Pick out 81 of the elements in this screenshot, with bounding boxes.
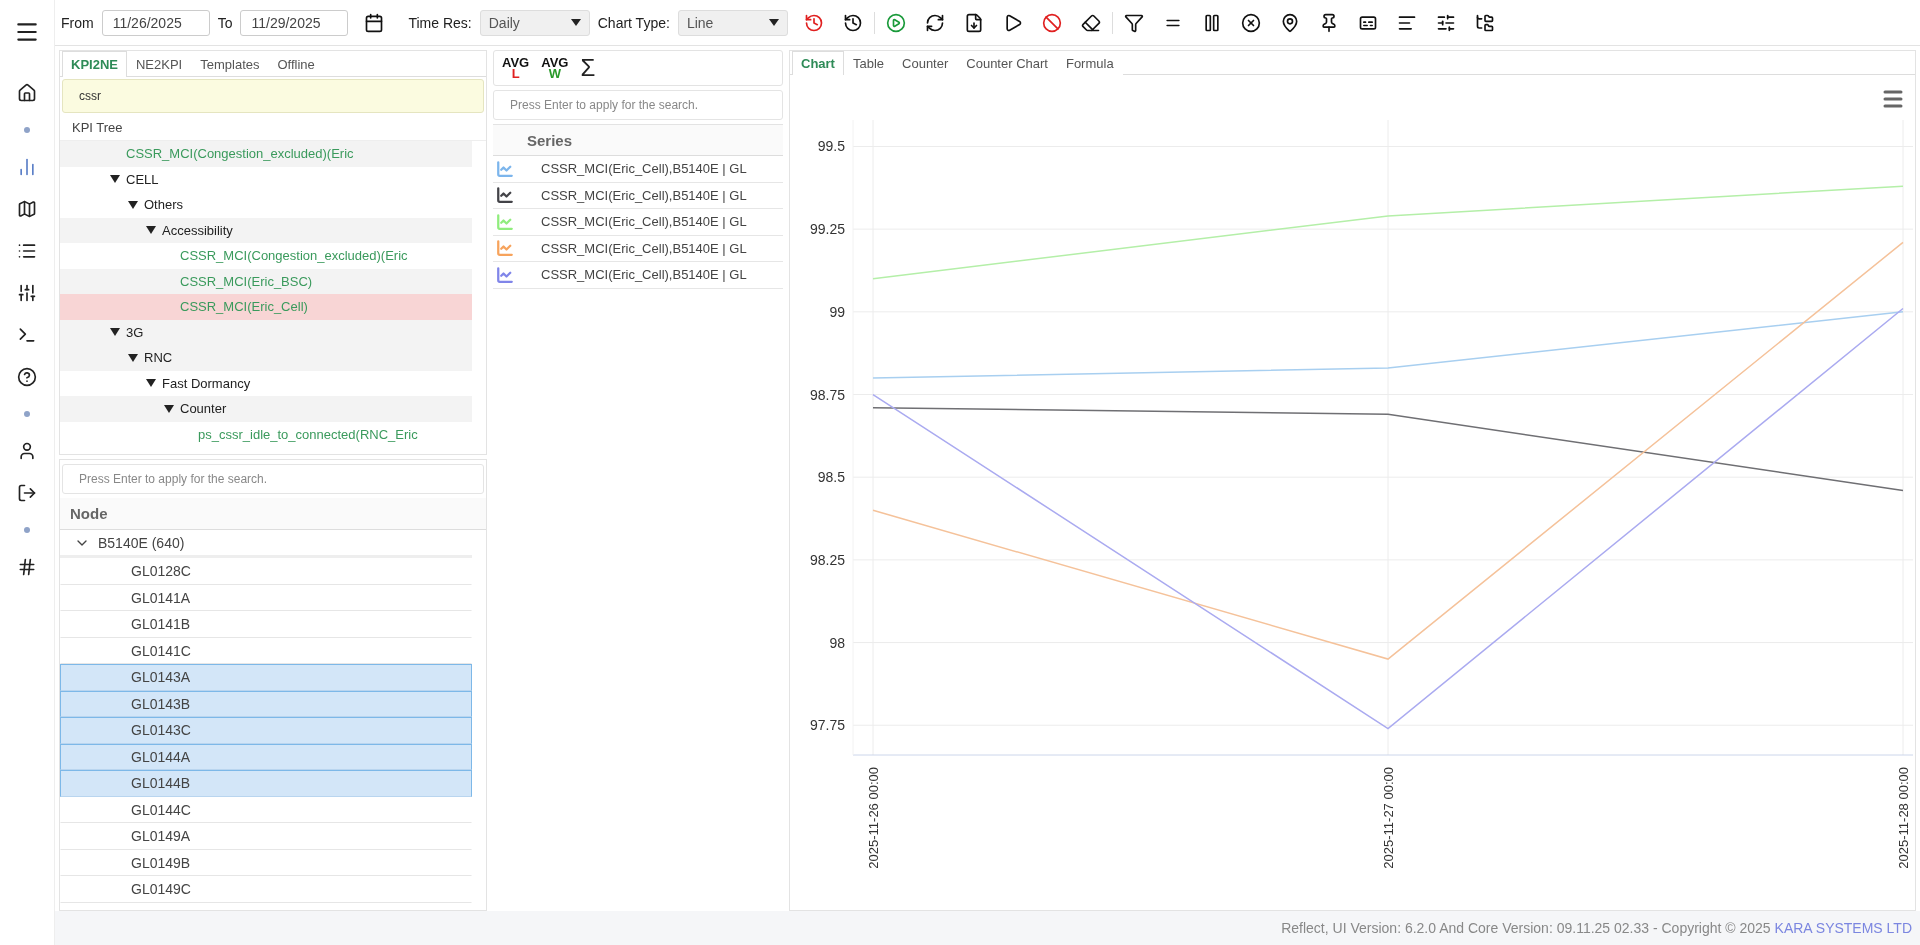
map-icon (17, 199, 37, 219)
column-header: Node (60, 498, 486, 530)
dropdown-arrow-icon (570, 19, 581, 26)
list-icon (17, 241, 37, 261)
history-icon (842, 12, 863, 33)
sliders-icon (1435, 12, 1456, 33)
node-row[interactable]: GL0143C (60, 717, 472, 744)
caret-icon[interactable] (128, 200, 138, 209)
from-label: From (61, 14, 94, 31)
filter-icon (1123, 12, 1144, 33)
nav-dot (24, 411, 30, 417)
caret-icon[interactable] (146, 226, 156, 235)
tree-item[interactable]: Counter (60, 396, 472, 422)
series-name[interactable]: CSSR_MCI(Eric_Cell),B5140E | GL (541, 240, 747, 256)
node-row[interactable]: GL0144B (60, 770, 472, 797)
hash-icon (17, 557, 37, 577)
tree-item[interactable]: RNC (60, 345, 472, 371)
nav-dot (24, 127, 30, 133)
axis-label: 99.5 (817, 138, 845, 155)
kpi-search-field[interactable]: cssr (62, 79, 484, 113)
eraser-icon (1080, 12, 1101, 33)
axis-label: 98.75 (809, 386, 845, 403)
time-res-dropdown[interactable]: Daily (479, 9, 590, 36)
caret-icon[interactable] (110, 175, 120, 184)
logout-icon (17, 483, 37, 503)
aggregate-button[interactable]: AVG L (502, 57, 530, 79)
panel-tab[interactable]: Templates (191, 51, 269, 77)
from-date-field[interactable]: 11/26/2025 (101, 9, 210, 36)
nav-dot (24, 527, 30, 533)
axis-label: 99 (829, 303, 845, 320)
axis-label: 97.75 (809, 717, 845, 734)
node-row[interactable]: GL0143B (60, 690, 472, 717)
to-label: To (217, 14, 233, 31)
sliders-icon (17, 283, 37, 303)
to-date-field[interactable]: 11/29/2025 (240, 9, 349, 36)
play-circle-icon (885, 12, 906, 33)
ban-icon (1041, 12, 1062, 33)
node-row[interactable]: GL0144A (60, 743, 472, 770)
tree-item[interactable]: Accessibility (60, 217, 472, 243)
axis-label: 98.5 (817, 469, 845, 486)
series-name[interactable]: CSSR_MCI(Eric_Cell),B5140E | GL (541, 161, 747, 177)
time-res-label: Time Res: (408, 14, 472, 31)
folder-tree-icon (1474, 12, 1495, 33)
axis-label: 98.25 (809, 551, 845, 568)
panel-tab[interactable]: Offline (268, 51, 324, 77)
axis-label: 2025-11-28 00:00 (1896, 767, 1911, 869)
series-name[interactable]: CSSR_MCI(Eric_Cell),B5140E | GL (541, 267, 747, 283)
series-search-field[interactable]: Press Enter to apply for the search. (493, 90, 783, 120)
home-icon (17, 83, 37, 103)
series-name[interactable]: CSSR_MCI(Eric_Cell),B5140E | GL (541, 187, 747, 203)
chart-type-label: Chart Type: (597, 14, 670, 31)
caret-icon[interactable] (164, 404, 174, 413)
dropdown-arrow-icon (768, 19, 779, 26)
caret-icon[interactable] (128, 353, 138, 362)
axis-label: 2025-11-27 00:00 (1381, 767, 1396, 869)
panel-tab[interactable]: KPI2NE (62, 51, 127, 77)
axis-label: 99.25 (809, 221, 845, 238)
chart-type-dropdown[interactable]: Line (677, 9, 788, 36)
caret-icon[interactable] (110, 328, 120, 337)
column-header: Series (493, 124, 783, 156)
caret-icon[interactable] (146, 379, 156, 388)
calendar-icon (364, 12, 385, 33)
axis-label: 98 (829, 634, 845, 651)
refresh-icon (924, 12, 945, 33)
chart-icon (17, 157, 37, 177)
group-label: B5140E (640) (98, 534, 185, 551)
terminal-icon (17, 325, 37, 345)
help-icon (17, 367, 37, 387)
sum-button[interactable]: Σ (580, 56, 596, 80)
view-tab[interactable]: Chart (792, 51, 844, 75)
user-icon (17, 441, 37, 461)
axis-label: 2025-11-26 00:00 (866, 767, 881, 869)
tree-item[interactable]: 3G (60, 319, 472, 345)
panel-tab[interactable]: NE2KPI (126, 51, 192, 77)
footer-text: Reflect, UI Version: 6.2.0 And Core Version: 09.11.25 02.33 - Copyright © 2025 KARA SYSTEMS LTD (1281, 920, 1912, 936)
aggregate-button[interactable]: AVG W (541, 57, 569, 79)
close-circle-icon (1240, 12, 1261, 33)
node-search-field[interactable]: Press Enter to apply for the search. (62, 464, 484, 494)
node-row[interactable]: GL0143A (60, 664, 472, 691)
history-icon (803, 12, 824, 33)
series-name[interactable]: CSSR_MCI(Eric_Cell),B5140E | GL (541, 214, 747, 230)
